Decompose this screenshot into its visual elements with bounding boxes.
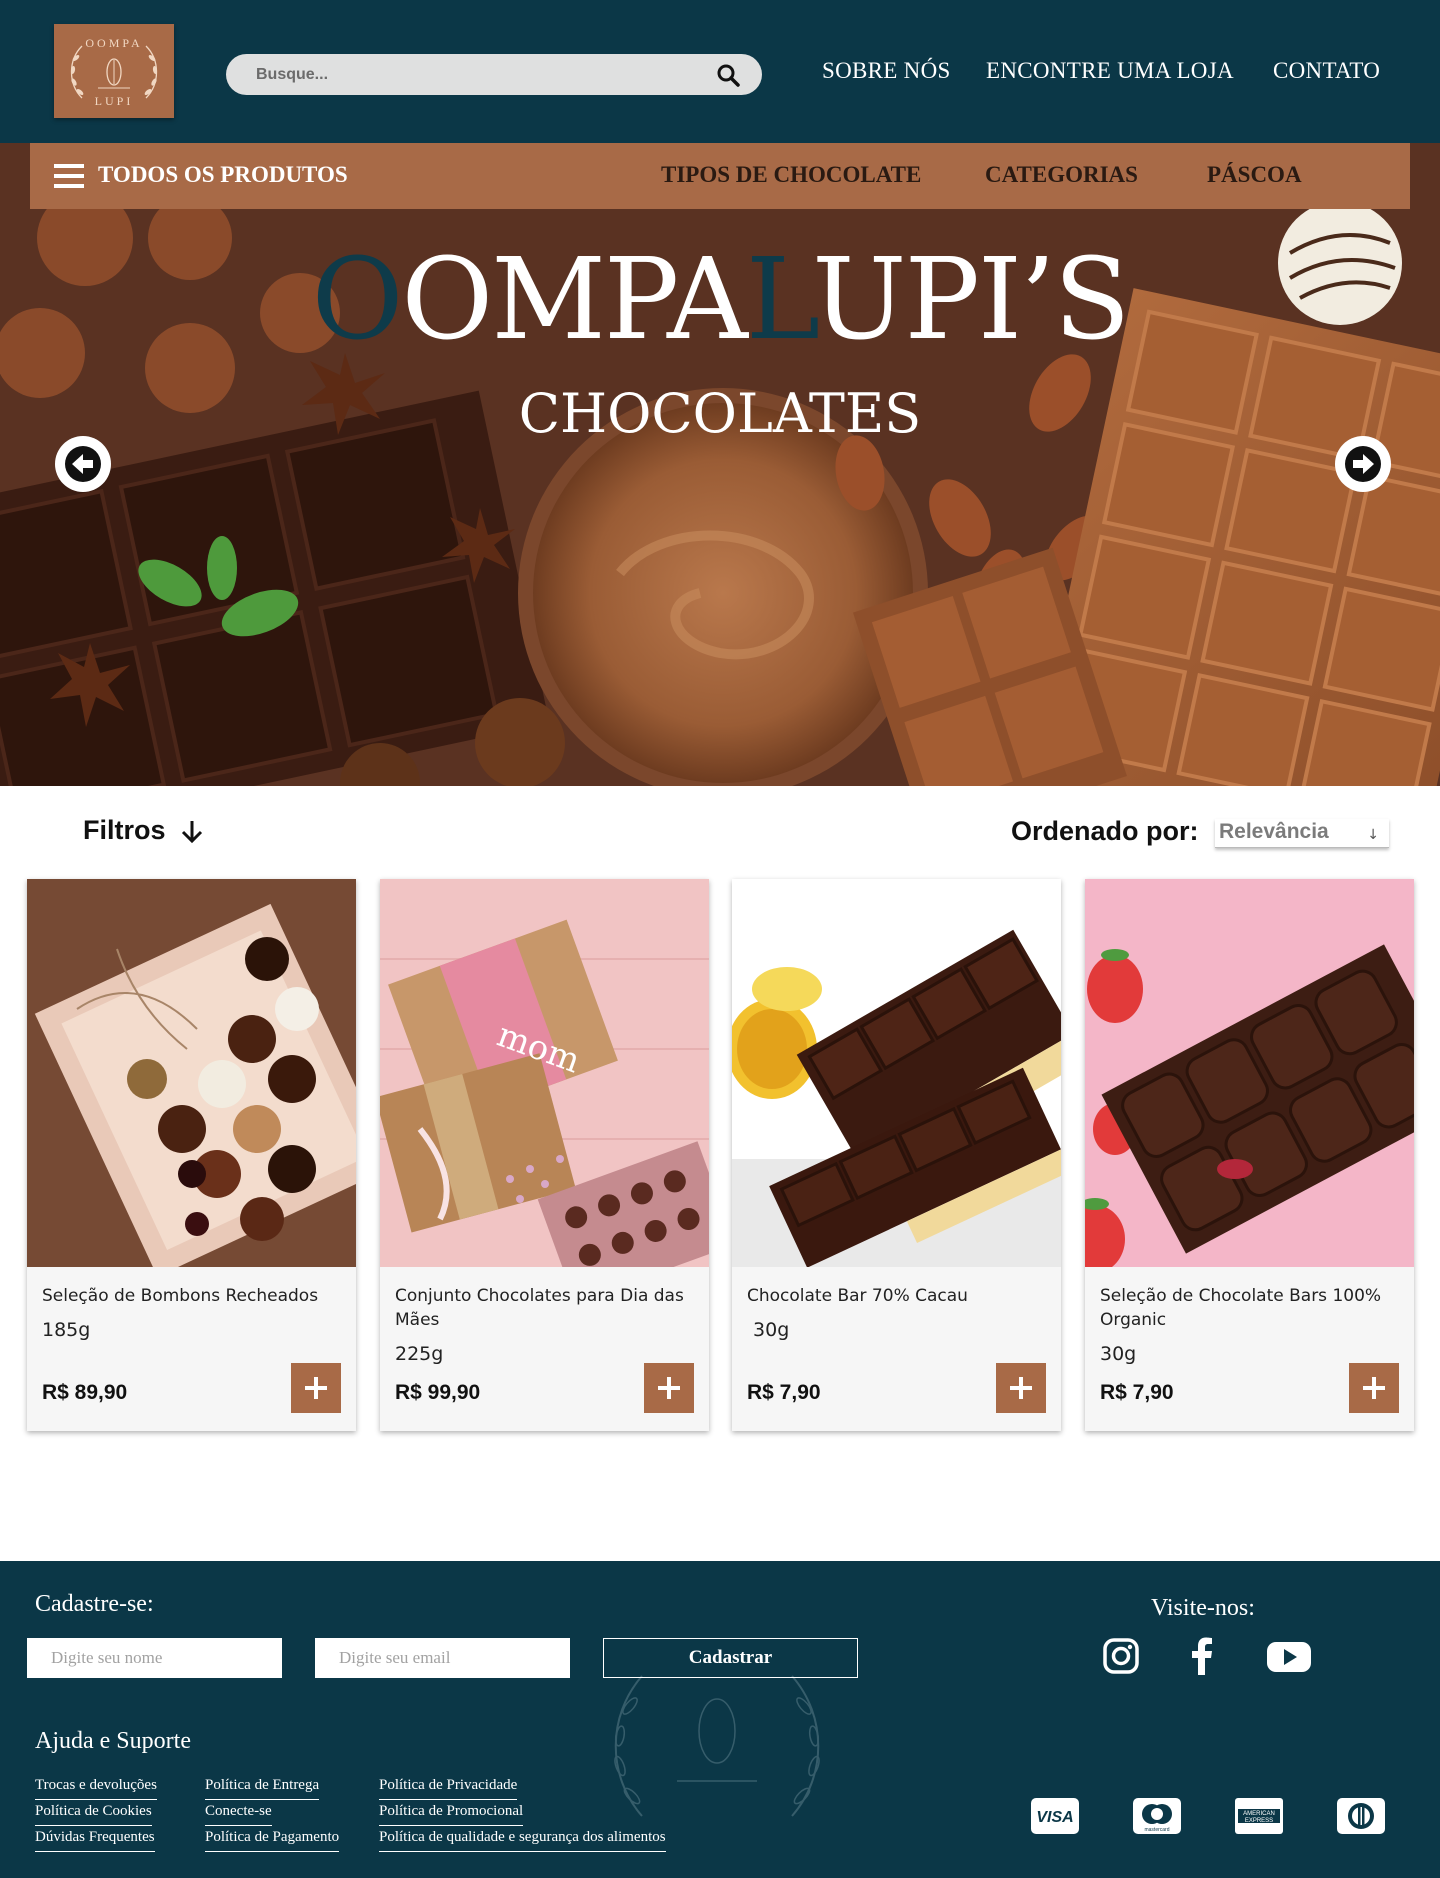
all-products-menu[interactable]: TODOS OS PRODUTOS — [98, 162, 348, 188]
hero-brand-title: OOMPALUPI’S — [0, 244, 1440, 356]
amex-text-line2: EXPRESS — [1245, 1818, 1273, 1824]
american-express-icon: AMERICAN EXPRESS — [1234, 1797, 1284, 1839]
product-price: R$ 89,90 — [42, 1381, 128, 1404]
sort-label: Ordenado por: — [1011, 816, 1199, 846]
hero-subtitle: CHOCOLATES — [518, 382, 922, 445]
visa-text: VISA — [1036, 1809, 1073, 1826]
visit-us-title: Visite-nos: — [1151, 1595, 1255, 1621]
product-image-dia-das-maes[interactable]: mom — [380, 879, 709, 1267]
product-card[interactable]: Seleção de Chocolate Bars 100% Organic 3… — [1085, 879, 1414, 1431]
category-nav-bar: TODOS OS PRODUTOS TIPOS DE CHOCOLATE CAT… — [30, 143, 1410, 209]
nav-sobre-nos[interactable]: SOBRE NÓS — [822, 58, 951, 84]
add-to-cart-button[interactable] — [644, 1363, 694, 1413]
amex-text-line1: AMERICAN — [1243, 1811, 1275, 1817]
hamburger-menu-icon[interactable] — [54, 164, 84, 188]
product-weight: 185g — [42, 1319, 91, 1341]
footer-links-col-2: Política de Entrega Conecte-se Política … — [205, 1774, 340, 1852]
category-pascoa[interactable]: PÁSCOA — [1207, 162, 1302, 188]
sort-select[interactable]: Relevância ↓ — [1215, 819, 1389, 848]
arrow-down-icon[interactable] — [180, 819, 204, 849]
product-image-chocolate-bars-organic[interactable] — [1085, 879, 1414, 1267]
carousel-prev-button[interactable] — [55, 436, 111, 492]
brand-letter-o: O — [311, 235, 404, 365]
arrow-left-icon — [65, 446, 101, 482]
product-image-bombons[interactable] — [27, 879, 356, 1267]
facebook-icon[interactable] — [1190, 1637, 1214, 1679]
nav-contato[interactable]: CONTATO — [1273, 58, 1380, 84]
product-name[interactable]: Seleção de Chocolate Bars 100% Organic — [1100, 1284, 1405, 1332]
add-to-cart-button[interactable] — [996, 1363, 1046, 1413]
filters-toggle[interactable]: Filtros — [83, 815, 166, 846]
mastercard-icon: mastercard — [1132, 1797, 1182, 1839]
carousel-next-button[interactable] — [1335, 436, 1391, 492]
link-politica-entrega[interactable]: Política de Entrega — [205, 1774, 320, 1800]
product-card[interactable]: mom Conjunto Chocolates para Dia das Mãe… — [380, 879, 709, 1431]
link-politica-qualidade[interactable]: Política de qualidade e segurança dos al… — [379, 1826, 666, 1852]
product-weight: 225g — [395, 1343, 444, 1365]
category-categorias[interactable]: CATEGORIAS — [985, 162, 1138, 188]
arrow-right-icon — [1345, 446, 1381, 482]
signup-button[interactable]: Cadastrar — [603, 1638, 858, 1678]
youtube-icon[interactable] — [1266, 1637, 1312, 1679]
email-input[interactable] — [315, 1638, 570, 1678]
top-header: OOMPA LUPI SOBRE NÓS ENCONTRE UMA LOJA C… — [0, 0, 1440, 143]
product-price: R$ 7,90 — [747, 1381, 821, 1404]
link-politica-privacidade[interactable]: Política de Privacidade — [379, 1774, 518, 1800]
brand-text-upis: UPI’S — [812, 235, 1130, 365]
category-tipos-de-chocolate[interactable]: TIPOS DE CHOCOLATE — [661, 162, 921, 188]
add-to-cart-button[interactable] — [291, 1363, 341, 1413]
product-weight: 30g — [747, 1319, 790, 1341]
add-to-cart-button[interactable] — [1349, 1363, 1399, 1413]
link-politica-pagamento[interactable]: Política de Pagamento — [205, 1826, 340, 1852]
product-price: R$ 99,90 — [395, 1381, 481, 1404]
product-name[interactable]: Seleção de Bombons Recheados — [42, 1284, 347, 1308]
brand-letter-l: L — [745, 235, 814, 365]
product-weight: 30g — [1100, 1343, 1137, 1365]
brand-logo[interactable]: OOMPA LUPI — [54, 24, 174, 118]
footer-links-col-3: Política de Privacidade Política de Prom… — [379, 1774, 666, 1852]
search-icon[interactable] — [716, 63, 740, 91]
mastercard-text: mastercard — [1144, 1827, 1169, 1833]
link-conecte-se[interactable]: Conecte-se — [205, 1800, 272, 1826]
signup-title: Cadastre-se: — [35, 1591, 154, 1617]
nav-encontre-uma-loja[interactable]: ENCONTRE UMA LOJA — [986, 58, 1234, 84]
product-price: R$ 7,90 — [1100, 1381, 1174, 1404]
search-bar — [226, 54, 762, 95]
logo-text-bottom: LUPI — [94, 94, 134, 108]
link-trocas-devolucoes[interactable]: Trocas e devoluções — [35, 1774, 157, 1800]
product-image-chocolate-bar-70[interactable] — [732, 879, 1061, 1267]
search-input[interactable] — [256, 63, 676, 87]
link-politica-cookies[interactable]: Política de Cookies — [35, 1800, 152, 1826]
logo-text-top: OOMPA — [85, 36, 143, 50]
name-input[interactable] — [27, 1638, 282, 1678]
chevron-down-icon: ↓ — [1367, 827, 1379, 843]
help-support-title: Ajuda e Suporte — [35, 1728, 191, 1754]
brand-text-ompa: OMPA — [401, 235, 747, 365]
product-name[interactable]: Chocolate Bar 70% Cacau — [747, 1284, 1052, 1308]
product-card[interactable]: Seleção de Bombons Recheados 185g R$ 89,… — [27, 879, 356, 1431]
site-footer: Cadastre-se: Cadastrar Visite-nos: Ajuda… — [0, 1561, 1440, 1878]
hero-banner: TODOS OS PRODUTOS TIPOS DE CHOCOLATE CAT… — [0, 143, 1440, 786]
instagram-icon[interactable] — [1102, 1637, 1140, 1679]
product-card[interactable]: Chocolate Bar 70% Cacau 30g R$ 7,90 — [732, 879, 1061, 1431]
link-politica-promocional[interactable]: Política de Promocional — [379, 1800, 524, 1826]
footer-links-col-1: Trocas e devoluções Política de Cookies … — [35, 1774, 157, 1852]
sort-selected-value: Relevância — [1219, 820, 1329, 843]
link-duvidas-frequentes[interactable]: Dúvidas Frequentes — [35, 1826, 155, 1852]
visa-icon: VISA — [1030, 1797, 1080, 1839]
diners-club-icon — [1336, 1797, 1386, 1839]
product-name[interactable]: Conjunto Chocolates para Dia das Mães — [395, 1284, 700, 1332]
